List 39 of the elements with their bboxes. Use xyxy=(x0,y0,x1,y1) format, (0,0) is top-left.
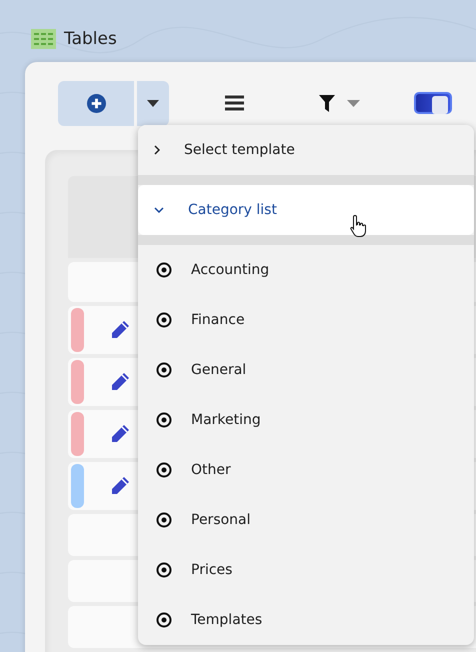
menu-item[interactable]: Personal xyxy=(138,495,474,545)
target-icon xyxy=(156,562,172,578)
menu-item[interactable]: Finance xyxy=(138,295,474,345)
chevron-down-icon xyxy=(154,207,164,213)
edit-button[interactable] xyxy=(110,372,130,392)
menu-item[interactable]: Marketing xyxy=(138,395,474,445)
hand-cursor-icon xyxy=(350,214,368,238)
edit-button[interactable] xyxy=(110,476,130,496)
target-icon xyxy=(156,312,172,328)
menu-section[interactable]: Select template xyxy=(138,125,474,175)
pencil-icon xyxy=(110,372,130,392)
menu-item[interactable]: Accounting xyxy=(138,245,474,295)
pencil-icon xyxy=(110,320,130,340)
menu-section[interactable]: Category list xyxy=(138,185,474,235)
window-title: Tables xyxy=(64,29,117,49)
menu-item[interactable]: Other xyxy=(138,445,474,495)
caret-icon xyxy=(147,100,159,106)
add-button[interactable] xyxy=(58,80,134,126)
edit-button[interactable] xyxy=(110,424,130,444)
menu-item[interactable]: General xyxy=(138,345,474,395)
menu-icon xyxy=(225,95,244,111)
target-icon xyxy=(156,412,172,428)
table-icon xyxy=(31,29,56,49)
menu-item[interactable]: Prices xyxy=(138,545,474,595)
target-icon xyxy=(156,262,172,278)
target-icon xyxy=(156,612,172,628)
chevron-right-icon xyxy=(154,145,160,155)
target-icon xyxy=(156,362,172,378)
view-toggle[interactable] xyxy=(414,92,452,114)
caret-icon xyxy=(347,100,360,106)
pencil-icon xyxy=(110,476,130,496)
pencil-icon xyxy=(110,424,130,444)
target-icon xyxy=(156,462,172,478)
filter-icon xyxy=(319,94,335,112)
add-icon xyxy=(86,94,106,112)
menu-item[interactable]: Templates xyxy=(138,595,474,645)
dropdown-button[interactable] xyxy=(137,80,169,126)
target-icon xyxy=(156,512,172,528)
edit-button[interactable] xyxy=(110,320,130,340)
